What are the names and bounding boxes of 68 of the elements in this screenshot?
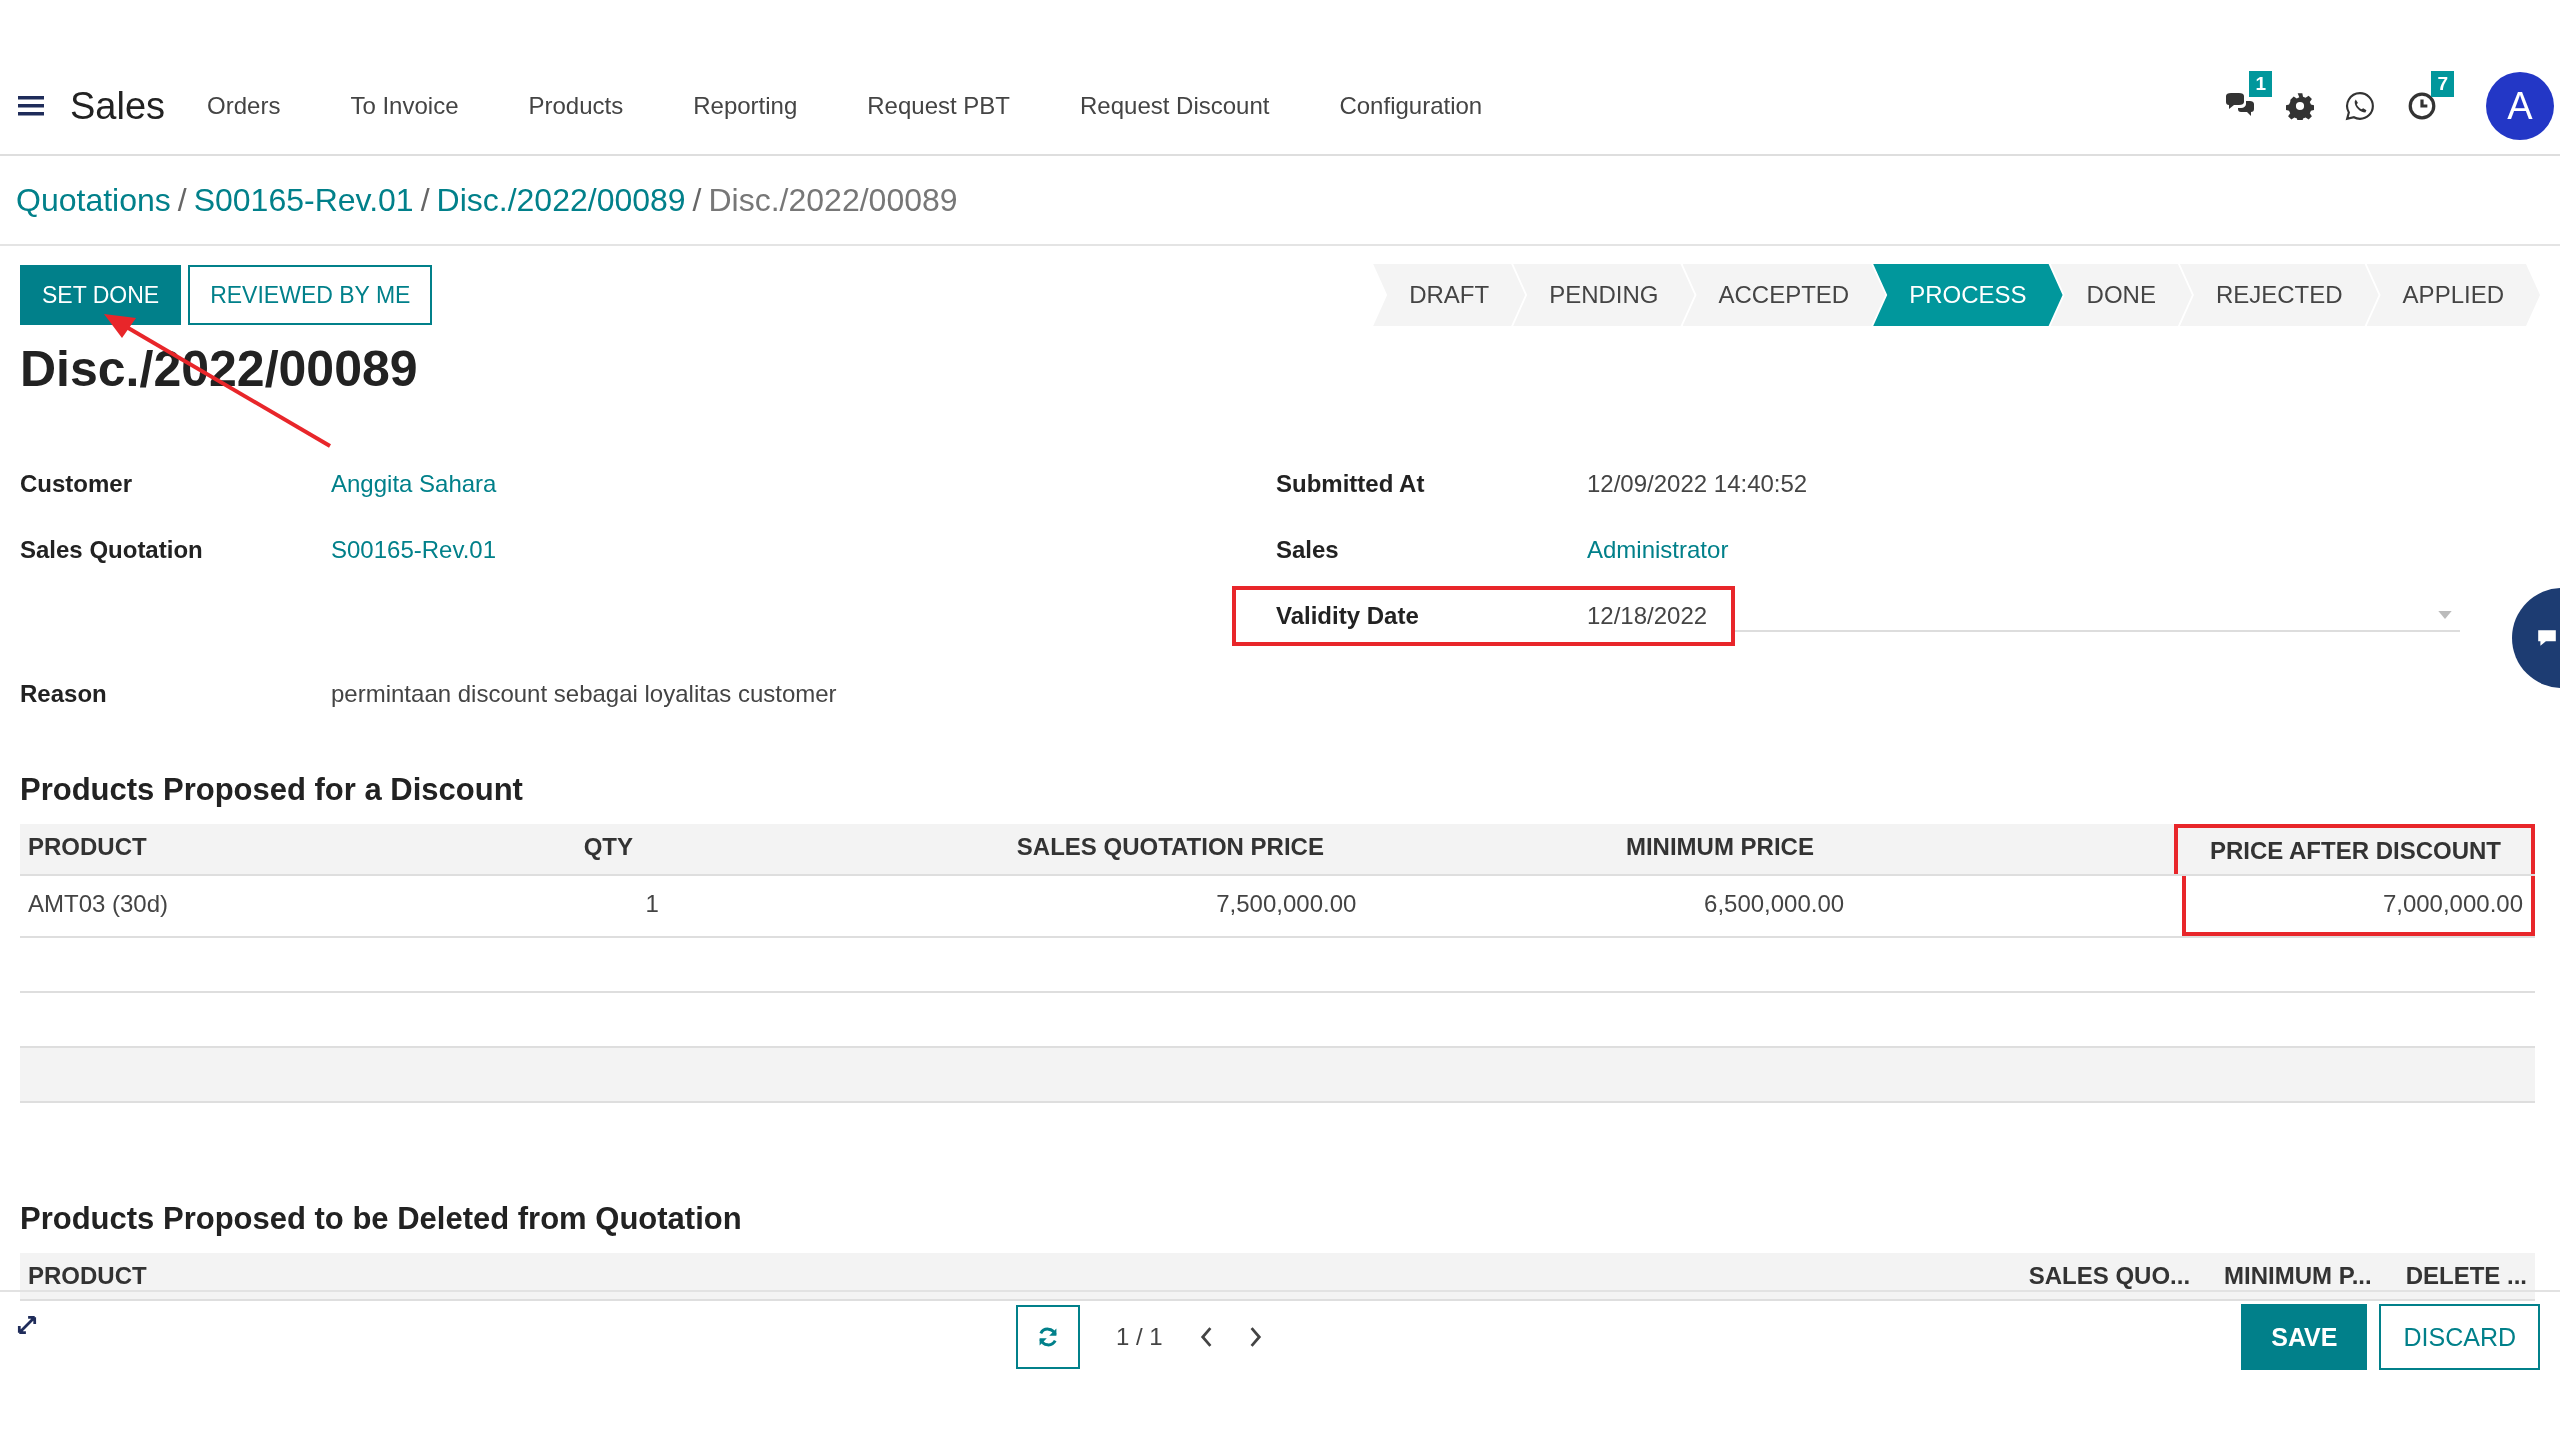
breadcrumb-item[interactable]: S00165-Rev.01 (193, 181, 414, 219)
column-header[interactable]: PRICE AFTER DISCOUNT (2173, 824, 2535, 874)
footer-button[interactable]: DISCARD (2379, 1304, 2540, 1370)
action-button[interactable]: SET DONE (20, 265, 182, 325)
menu-item[interactable]: Orders (207, 92, 281, 120)
expand-icon[interactable] (16, 1314, 38, 1336)
field-link[interactable]: S00165-Rev.01 (331, 536, 496, 564)
table-cell-text: AMT03 (30d) (27, 889, 170, 919)
breadcrumb-item[interactable]: Quotations (16, 181, 171, 219)
status-stage[interactable]: DRAFT (1373, 264, 1526, 326)
table-cell-text: 7,500,000.00 (1215, 889, 1358, 919)
field-link[interactable]: Administrator (1587, 536, 1729, 564)
refresh-button[interactable] (1016, 1305, 1080, 1369)
column-header[interactable]: PRODUCT (20, 824, 429, 874)
table-cell: 7,000,000.00 (2182, 876, 2535, 936)
clock-icon[interactable] (2406, 91, 2438, 121)
date-value: 12/18/2022 (1587, 602, 1708, 630)
menu-item[interactable]: Request Discount (1080, 92, 1270, 120)
message-count-badge: 1 (2249, 71, 2272, 97)
status-stage[interactable]: REJECTED (2179, 264, 2379, 326)
breadcrumb-item[interactable]: Disc./2022/00089 (708, 181, 958, 219)
field-label: Submitted At (1276, 470, 1426, 498)
breadcrumb-separator: / (177, 181, 187, 219)
breadcrumb-item[interactable]: Disc./2022/00089 (436, 181, 686, 219)
column-header[interactable]: QTY (428, 824, 663, 874)
column-header[interactable]: MINIMUM P... (2216, 1253, 2380, 1299)
column-header[interactable]: DELETE ... (2397, 1253, 2535, 1299)
field-label: Sales Quotation (20, 536, 204, 564)
user-avatar[interactable]: A (2486, 72, 2554, 140)
pager-value[interactable]: 1 / 1 (1116, 1323, 1163, 1351)
menu-item[interactable]: Configuration (1339, 92, 1483, 120)
caret-icon (2438, 611, 2452, 619)
field-label: Customer (20, 470, 134, 498)
menu-item[interactable]: To Invoice (350, 92, 459, 120)
section-title: Products Proposed to be Deleted from Quotation (20, 1201, 743, 1237)
table-cell-text: 1 (644, 889, 660, 919)
column-header[interactable]: SALES QUOTATION PRICE (663, 824, 1354, 874)
status-stage[interactable]: DONE (2050, 264, 2192, 326)
column-header[interactable]: SALES QUO... (2020, 1253, 2199, 1299)
chat-icon (2536, 628, 2558, 648)
status-stage[interactable]: PENDING (1513, 264, 1695, 326)
menu-item[interactable]: Request PBT (867, 92, 1010, 120)
action-button[interactable]: REVIEWED BY ME (188, 265, 433, 325)
status-stage[interactable]: ACCEPTED (1682, 264, 1886, 326)
field-link[interactable]: Anggita Sahara (331, 470, 497, 498)
breadcrumb-separator: / (692, 181, 702, 219)
previous-icon[interactable] (1198, 1326, 1213, 1348)
status-stage[interactable]: PROCESS (1873, 264, 2063, 326)
menu-item[interactable]: Products (528, 92, 624, 120)
section-title: Products Proposed for a Discount (20, 772, 524, 808)
field-label: Sales (1276, 536, 1340, 564)
field-label: Reason (20, 680, 108, 708)
next-icon[interactable] (1248, 1326, 1263, 1348)
settings-icon[interactable] (2286, 92, 2314, 120)
menu-item[interactable]: Reporting (693, 92, 798, 120)
footer-button[interactable]: SAVE (2241, 1304, 2368, 1370)
column-header[interactable]: PRODUCT (20, 1253, 2003, 1299)
field-label: Validity Date (1276, 602, 1420, 630)
column-header[interactable]: MINIMUM PRICE (1353, 824, 1844, 874)
phone-chat-icon[interactable] (2344, 91, 2376, 121)
field-value: permintaan discount sebagai loyalitas customer (331, 680, 837, 708)
breadcrumb-separator: / (420, 181, 430, 219)
table-cell-text: 6,500,000.00 (1703, 889, 1846, 919)
activity-count-badge: 7 (2431, 71, 2454, 97)
app-title[interactable]: Sales (70, 84, 166, 128)
menu-icon[interactable] (18, 95, 44, 117)
status-stage[interactable]: APPLIED (2366, 264, 2540, 326)
field-value: 12/09/2022 14:40:52 (1587, 470, 1808, 498)
